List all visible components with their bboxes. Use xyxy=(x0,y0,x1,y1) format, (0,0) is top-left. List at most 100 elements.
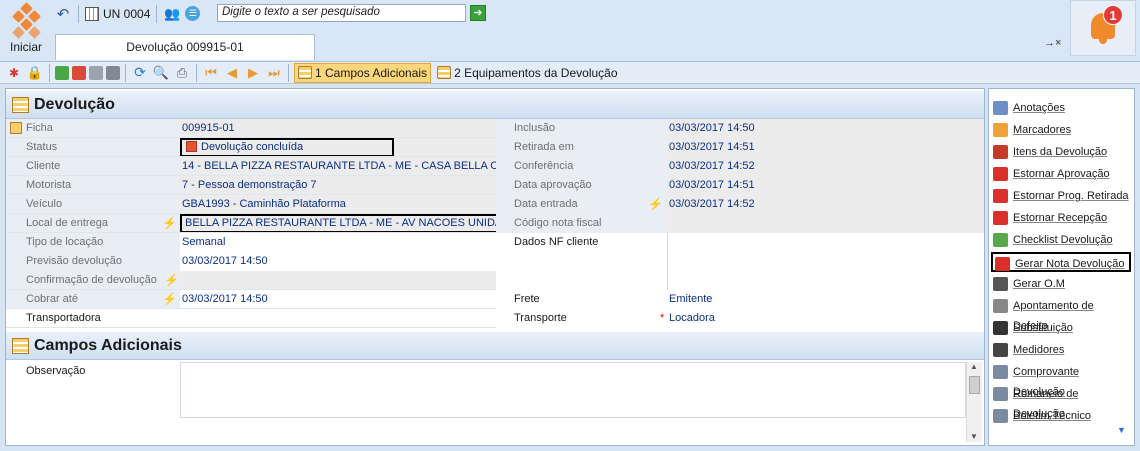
sidebar-item-substitui-o[interactable]: Substituição xyxy=(991,318,1131,338)
sidebar-item-label: Boletim Técnico xyxy=(1013,410,1092,422)
tab-close-icon[interactable]: →× xyxy=(1044,37,1061,49)
form-row: Confirmação de devolução ⚡ xyxy=(6,271,496,290)
field-label: Data entrada xyxy=(496,195,667,214)
sidebar-item-checklist-devolu-o[interactable]: Checklist Devolução xyxy=(991,230,1131,250)
sidebar-item-romaneio-de-devolu-o[interactable]: Romaneio de Devolução xyxy=(991,384,1131,420)
field-value[interactable]: Locadora xyxy=(667,309,984,328)
sidebar-item-gerar-nota-devolu-o[interactable]: Gerar Nota Devolução xyxy=(991,252,1131,272)
grid-icon xyxy=(12,338,29,354)
field-label: Código nota fiscal xyxy=(496,214,667,233)
sidebar-item-anota-es[interactable]: Anotações xyxy=(991,98,1131,118)
field-value[interactable]: 03/03/2017 14:52 xyxy=(667,195,984,214)
field-label: Status xyxy=(6,138,180,157)
field-label: Veículo xyxy=(6,195,180,214)
field-value[interactable]: 14 - BELLA PIZZA RESTAURANTE LTDA - ME -… xyxy=(180,157,496,176)
tab-devolucao[interactable]: Devolução 009915-01 xyxy=(55,34,315,60)
app-logo[interactable] xyxy=(6,2,48,40)
search-input[interactable]: Digite o texto a ser pesquisado xyxy=(217,4,466,22)
sidebar-item-label: Estornar Aprovação xyxy=(1013,168,1110,180)
sidebar-item-label: Marcadores xyxy=(1013,124,1072,136)
grid-icon xyxy=(12,97,29,113)
sidebar-item-estornar-prog-retirada[interactable]: Estornar Prog. Retirada xyxy=(991,186,1131,206)
field-value[interactable]: 03/03/2017 14:50 xyxy=(180,290,496,309)
record-toolbar: ✱ 🔒 ⟳ 🔍 ⎙ ⏮ ◀ ▶ ⏭ 1 Campos Adicionais 2 … xyxy=(0,62,1140,84)
sidebar-item-medidores[interactable]: Medidores xyxy=(991,340,1131,360)
users-icon[interactable]: 👥 xyxy=(163,5,181,23)
field-value[interactable]: 03/03/2017 14:51 xyxy=(667,138,984,157)
lightning-icon[interactable]: ⚡ xyxy=(162,214,177,233)
sidebar-item-estornar-aprova-o[interactable]: Estornar Aprovação xyxy=(991,164,1131,184)
sidebar-item-apontamento-de-defeito[interactable]: Apontamento de Defeito xyxy=(991,296,1131,332)
more-down-icon[interactable]: ▼ xyxy=(1117,425,1126,435)
field-value[interactable] xyxy=(667,214,984,233)
sidebar-item-comprovante-devolu-o[interactable]: Comprovante Devolução xyxy=(991,362,1131,398)
search-go-icon[interactable]: ➜ xyxy=(470,5,486,21)
scroll-down-icon[interactable]: ▼ xyxy=(970,432,978,441)
preview-icon[interactable]: 🔍 xyxy=(152,64,170,82)
field-value[interactable] xyxy=(180,309,496,328)
field-value[interactable]: Devolução concluída xyxy=(180,138,496,157)
field-label: Retirada em xyxy=(496,138,667,157)
print-icon[interactable]: ⎙ xyxy=(173,64,191,82)
home-label[interactable]: Iniciar xyxy=(10,40,42,54)
tab-campos-adicionais[interactable]: 1 Campos Adicionais xyxy=(294,62,432,83)
separator xyxy=(288,63,289,82)
form-row: Tipo de locação Semanal xyxy=(6,233,496,252)
field-label: Dados NF cliente xyxy=(496,233,667,290)
notification-button[interactable]: 1 xyxy=(1070,0,1136,56)
field-value[interactable]: GBA1993 - Caminhão Plataforma xyxy=(180,195,496,214)
first-record-icon[interactable]: ⏮ xyxy=(202,64,220,82)
refresh-icon[interactable]: ⟳ xyxy=(131,64,149,82)
observacao-textarea[interactable] xyxy=(180,362,966,418)
field-value[interactable]: 03/03/2017 14:50 xyxy=(180,252,496,271)
cancel-icon[interactable] xyxy=(106,65,120,80)
field-value[interactable]: 03/03/2017 14:51 xyxy=(667,176,984,195)
meter-icon xyxy=(993,343,1008,357)
sidebar-item-itens-da-devolu-o[interactable]: Itens da Devolução xyxy=(991,142,1131,162)
field-value[interactable]: 03/03/2017 14:52 xyxy=(667,157,984,176)
field-value[interactable] xyxy=(180,271,496,290)
confirm-icon[interactable] xyxy=(89,65,103,80)
field-label: Confirmação de devolução xyxy=(6,271,180,290)
sidebar-item-boletim-t-cnico[interactable]: Boletim Técnico xyxy=(991,406,1131,426)
scrollbar[interactable]: ▲ ▼ xyxy=(966,362,982,442)
prev-record-icon[interactable]: ◀ xyxy=(223,64,241,82)
sidebar-item-label: Anotações xyxy=(1013,102,1065,114)
add-icon[interactable] xyxy=(55,65,69,80)
sidebar-item-label: Substituição xyxy=(1013,322,1073,334)
main-panel: Devolução Ficha 009915-01 Status Devolução … xyxy=(5,88,985,446)
sidebar-item-label: Itens da Devolução xyxy=(1013,146,1108,158)
lock-icon[interactable]: 🔒 xyxy=(26,64,44,82)
wrench-icon xyxy=(993,277,1008,291)
scrollbar-thumb[interactable] xyxy=(969,376,980,394)
lightning-icon[interactable]: ⚡ xyxy=(648,195,663,214)
new-record-icon[interactable]: ✱ xyxy=(5,64,23,82)
next-record-icon[interactable]: ▶ xyxy=(244,64,262,82)
status-icon xyxy=(186,141,197,152)
field-value[interactable]: 009915-01 xyxy=(180,119,496,138)
lightning-icon[interactable]: ⚡ xyxy=(162,290,177,309)
last-record-icon[interactable]: ⏭ xyxy=(265,64,283,82)
field-value[interactable]: 7 - Pessoa demonstração 7 xyxy=(180,176,496,195)
field-value[interactable]: Semanal xyxy=(180,233,496,252)
unit-label[interactable]: UN 0004 xyxy=(103,7,150,21)
field-value[interactable]: 03/03/2017 14:50 xyxy=(667,119,984,138)
tab-equipamentos[interactable]: 2 Equipamentos da Devolução xyxy=(434,63,620,83)
field-value[interactable]: BELLA PIZZA RESTAURANTE LTDA - ME - AV N… xyxy=(180,214,496,233)
swap-icon xyxy=(993,321,1008,335)
tab-campos-label: 1 Campos Adicionais xyxy=(315,65,428,80)
required-asterisk: * xyxy=(660,312,665,324)
sidebar-item-marcadores[interactable]: Marcadores xyxy=(991,120,1131,140)
remove-icon[interactable] xyxy=(72,65,86,80)
field-value[interactable]: Emitente xyxy=(667,290,984,309)
sidebar-item-gerar-o-m[interactable]: Gerar O.M xyxy=(991,274,1131,294)
field-value[interactable] xyxy=(667,233,984,290)
calculator-icon xyxy=(85,6,99,21)
scroll-up-icon[interactable]: ▲ xyxy=(970,362,978,371)
form-row: Motorista 7 - Pessoa demonstração 7 xyxy=(6,176,496,195)
sidebar-item-estornar-recep-o[interactable]: Estornar Recepção xyxy=(991,208,1131,228)
lightning-icon[interactable]: ⚡ xyxy=(164,271,179,290)
chat-icon[interactable]: ☰ xyxy=(185,6,201,21)
undo-icon[interactable]: ↶ xyxy=(54,5,72,23)
form-row: Status Devolução concluída xyxy=(6,138,496,157)
